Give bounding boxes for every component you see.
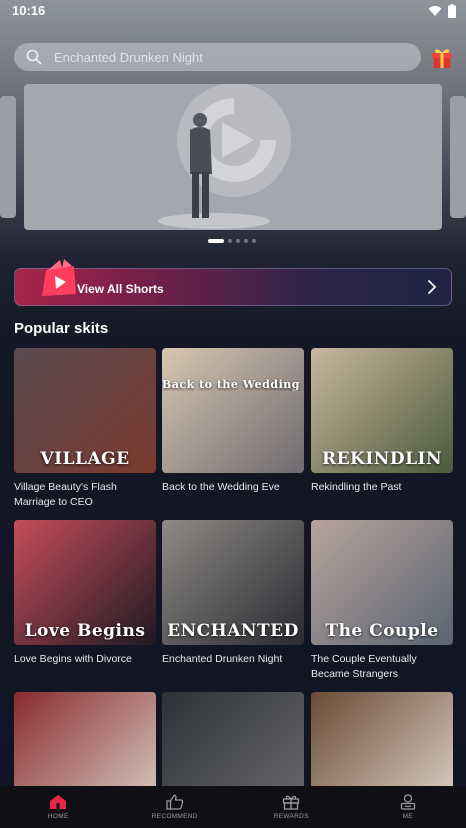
poster-image[interactable]: Love Begins (14, 520, 156, 645)
skit-title[interactable]: The Couple Eventually Became Strangers (311, 652, 453, 682)
skit-title[interactable]: Back to the Wedding Eve (162, 480, 304, 495)
poster-title-art: REKINDLIN (321, 449, 443, 469)
user-icon (400, 794, 415, 810)
banner-next-peek[interactable] (450, 96, 466, 218)
skit-card[interactable]: Love Begins Love Begins with Divorce (14, 520, 156, 667)
page-dot[interactable] (228, 239, 232, 243)
tab-label: REWARDS (273, 813, 309, 820)
poster-title-art: Back to the Wedding Eve (162, 378, 304, 391)
poster-image[interactable]: Back to the Wedding Eve (162, 348, 304, 473)
gift-button[interactable] (430, 45, 454, 69)
skit-card[interactable]: ENCHANTED Enchanted Drunken Night (162, 520, 304, 667)
tab-home[interactable]: HOME (0, 786, 117, 828)
search-placeholder: Enchanted Drunken Night (54, 49, 203, 65)
skit-card[interactable]: REKINDLIN Rekindling the Past (311, 348, 453, 495)
tab-label: HOME (47, 813, 69, 820)
banner-pagination (208, 239, 256, 243)
poster-art (162, 348, 304, 473)
wifi-icon (428, 6, 442, 16)
skit-title[interactable]: Village Beauty's Flash Marriage to CEO (14, 480, 156, 510)
banner-prev-peek[interactable] (0, 96, 16, 218)
tab-rewards[interactable]: REWARDS (233, 786, 350, 828)
poster-image[interactable]: REKINDLIN (311, 348, 453, 473)
status-time: 10:16 (12, 3, 46, 18)
poster-title-art: VILLAGE (40, 449, 130, 469)
page-dot-active[interactable] (208, 239, 224, 243)
placeholder-logo-icon (158, 84, 291, 229)
home-icon (50, 795, 67, 809)
skit-title[interactable]: Enchanted Drunken Night (162, 652, 304, 667)
tab-label: ME (402, 813, 413, 820)
poster-title-art: The Couple (325, 621, 439, 641)
skit-title[interactable]: Rekindling the Past (311, 480, 453, 495)
shorts-gift-icon (42, 259, 76, 296)
gift-outline-icon (283, 795, 300, 810)
tab-recommend[interactable]: RECOMMEND (117, 786, 234, 828)
battery-icon (448, 4, 456, 18)
tab-label: RECOMMEND (151, 813, 198, 820)
search-icon (26, 49, 42, 65)
section-title: Popular skits (14, 320, 109, 337)
skit-title[interactable]: Love Begins with Divorce (14, 652, 156, 667)
status-bar: 10:16 (0, 0, 466, 24)
banner-carousel[interactable] (24, 84, 442, 230)
poster-image[interactable]: ENCHANTED (162, 520, 304, 645)
page-dot[interactable] (252, 239, 256, 243)
poster-title-art: ENCHANTED (167, 621, 299, 641)
thumbs-up-icon (166, 794, 184, 810)
tab-me[interactable]: ME (350, 786, 466, 828)
gift-icon (432, 49, 452, 68)
bottom-tab-bar: HOME RECOMMEND REWARDS ME (0, 786, 466, 828)
status-icons (428, 4, 456, 18)
skit-card[interactable]: VILLAGE Village Beauty's Flash Marriage … (14, 348, 156, 510)
poster-image[interactable]: VILLAGE (14, 348, 156, 473)
chevron-right-icon (428, 280, 437, 294)
search-input[interactable]: Enchanted Drunken Night (14, 43, 421, 71)
poster-title-art: Love Begins (24, 621, 146, 641)
page-dot[interactable] (236, 239, 240, 243)
skit-card[interactable]: Back to the Wedding Eve Back to the Wedd… (162, 348, 304, 495)
page-dot[interactable] (244, 239, 248, 243)
poster-image[interactable]: The Couple (311, 520, 453, 645)
view-all-label: View All Shorts (77, 282, 164, 296)
skit-card[interactable]: The Couple The Couple Eventually Became … (311, 520, 453, 682)
